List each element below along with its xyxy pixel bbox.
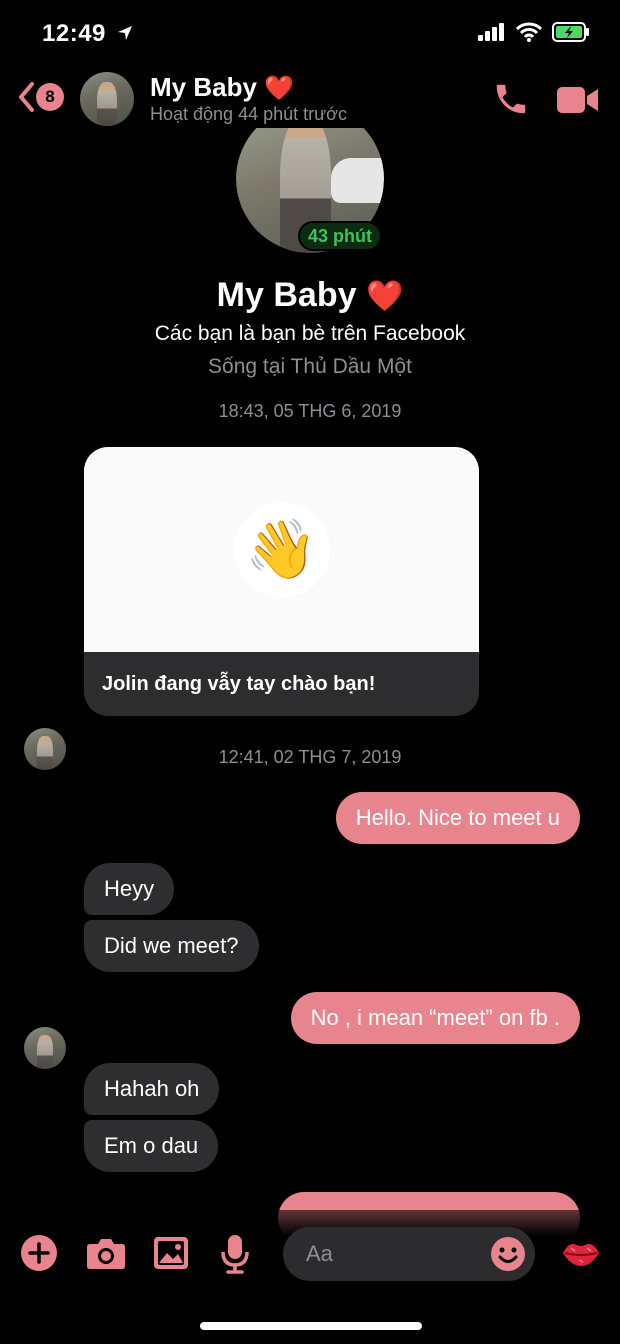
- wave-card-image: 👋: [84, 447, 479, 652]
- wave-card-text: Jolin đang vẫy tay chào bạn!: [102, 672, 376, 695]
- message-input-placeholder: Aa: [306, 1241, 333, 1266]
- status-time-text: 12:49: [42, 20, 106, 47]
- incoming-message[interactable]: Em o dau: [84, 1120, 219, 1172]
- contact-name[interactable]: My Baby ❤️: [150, 72, 294, 103]
- emoji-icon: [491, 1237, 525, 1271]
- gallery-icon: [154, 1237, 188, 1269]
- quick-reaction-button[interactable]: [561, 1238, 601, 1273]
- profile-name: My Baby ❤️: [0, 276, 620, 315]
- timestamp: 18:43, 05 THG 6, 2019: [218, 401, 402, 421]
- unread-badge: 8: [36, 83, 64, 111]
- plus-icon: [21, 1235, 57, 1271]
- wave-card[interactable]: 👋 Jolin đang vẫy tay chào bạn!: [84, 447, 479, 716]
- location-info: Sống tại Thủ Dầu Một: [208, 355, 412, 378]
- incoming-message[interactable]: Heyy: [84, 863, 175, 915]
- call-button[interactable]: [492, 80, 530, 123]
- status-time: 12:49: [42, 20, 133, 48]
- chevron-left-icon: [19, 82, 34, 112]
- phone-icon: [496, 84, 526, 114]
- wifi-icon: [516, 22, 542, 42]
- location-arrow-icon: [118, 26, 133, 40]
- camera-button[interactable]: [86, 1236, 126, 1275]
- video-camera-icon: [557, 87, 598, 113]
- back-button[interactable]: 8: [18, 82, 64, 112]
- battery-charging-icon: [552, 22, 589, 42]
- voice-message-button[interactable]: [220, 1234, 250, 1279]
- contact-name-text: My Baby: [150, 72, 257, 102]
- timestamp: 12:41, 02 THG 7, 2019: [218, 747, 402, 767]
- heart-emoji: ❤️: [264, 75, 295, 102]
- active-status: Hoạt động 44 phút trước: [150, 104, 347, 124]
- outgoing-message[interactable]: No , i mean “meet” on fb .: [290, 992, 580, 1044]
- waving-hand-icon: 👋: [233, 501, 330, 598]
- microphone-icon: [221, 1235, 249, 1274]
- incoming-message[interactable]: Hahah oh: [84, 1063, 220, 1115]
- video-call-button[interactable]: [556, 84, 600, 121]
- header-avatar[interactable]: [80, 72, 134, 126]
- active-time-badge: 43 phút: [298, 221, 383, 251]
- signal-icon: [478, 23, 504, 41]
- status-icons: [478, 22, 590, 42]
- incoming-message[interactable]: Did we meet?: [84, 920, 259, 972]
- more-actions-button[interactable]: [20, 1234, 58, 1277]
- friends-info: Các bạn là bạn bè trên Facebook: [154, 322, 466, 345]
- camera-icon: [87, 1239, 125, 1269]
- profile-heart-emoji: ❤️: [365, 280, 404, 313]
- message-avatar[interactable]: [24, 1027, 66, 1069]
- gallery-button[interactable]: [153, 1236, 189, 1275]
- kiss-lips-icon: [563, 1244, 599, 1266]
- emoji-button[interactable]: [490, 1236, 526, 1277]
- home-indicator: [200, 1322, 422, 1330]
- profile-name-text: My Baby: [216, 276, 357, 314]
- outgoing-message[interactable]: Hello. Nice to meet u: [335, 792, 580, 844]
